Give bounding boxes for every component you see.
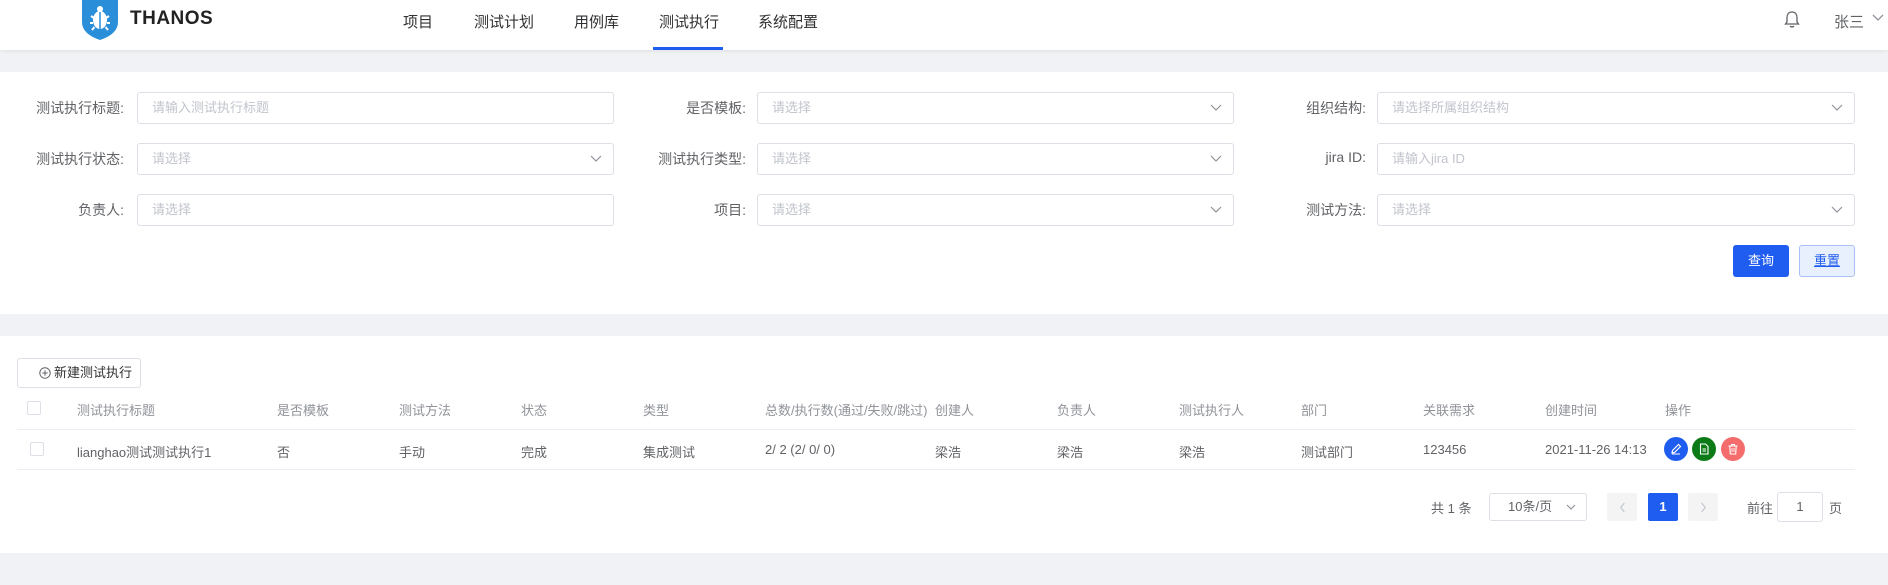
owner-select[interactable]: 请选择: [137, 194, 614, 226]
goto-page-input[interactable]: 1: [1777, 492, 1823, 522]
reset-button[interactable]: 重置: [1799, 245, 1855, 277]
owner-select-placeholder: 请选择: [152, 202, 192, 217]
nav-item-project[interactable]: 项目: [403, 11, 433, 50]
cell-counts: 2/ 2 (2/ 0/ 0): [765, 442, 836, 457]
next-page-button[interactable]: [1688, 493, 1718, 521]
new-test-execution-button[interactable]: 新建测试执行: [17, 358, 141, 388]
page-size-value: 10条/页: [1508, 499, 1553, 514]
cell-method: 手动: [399, 445, 426, 460]
method-select[interactable]: 请选择: [1377, 194, 1855, 226]
cell-type: 集成测试: [643, 445, 696, 460]
column-header-title: 测试执行标题: [77, 403, 156, 418]
filter-label-title: 测试执行标题:: [36, 100, 124, 116]
column-header-method: 测试方法: [399, 403, 452, 418]
column-header-department: 部门: [1301, 403, 1328, 418]
method-select-placeholder: 请选择: [1392, 202, 1432, 217]
chevron-down-icon: [1210, 104, 1222, 111]
prev-page-button[interactable]: [1607, 493, 1637, 521]
chevron-left-icon: [1619, 502, 1625, 513]
column-header-status: 状态: [521, 403, 548, 418]
column-header-actions: 操作: [1665, 403, 1692, 418]
project-select-placeholder: 请选择: [772, 202, 812, 217]
chevron-down-icon: [1210, 206, 1222, 213]
new-test-execution-label: 新建测试执行: [54, 365, 133, 380]
column-header-requirement: 关联需求: [1423, 403, 1476, 418]
column-header-executor: 测试执行人: [1179, 403, 1245, 418]
row-checkbox[interactable]: [30, 442, 44, 456]
query-button[interactable]: 查询: [1733, 245, 1789, 277]
select-all-checkbox[interactable]: [27, 401, 41, 415]
table-row-divider: [17, 469, 1855, 470]
column-header-counts: 总数/执行数(通过/失败/跳过): [765, 403, 928, 418]
cell-status: 完成: [521, 445, 548, 460]
cell-executor: 梁浩: [1179, 445, 1206, 460]
cell-template: 否: [277, 445, 291, 460]
cell-requirement: 123456: [1423, 442, 1467, 457]
view-document-button[interactable]: [1692, 437, 1716, 461]
edit-icon: [1671, 443, 1682, 455]
app-logo-text: THANOS: [130, 8, 214, 29]
delete-icon: [1728, 444, 1738, 455]
template-select-placeholder: 请选择: [772, 100, 812, 115]
cell-title[interactable]: lianghao测试测试执行1: [77, 442, 211, 461]
cell-creator: 梁浩: [935, 445, 962, 460]
plus-circle-icon: [39, 367, 51, 379]
goto-label: 前往: [1747, 501, 1774, 516]
goto-unit-label: 页: [1829, 501, 1843, 516]
nav-item-test-plan[interactable]: 测试计划: [474, 11, 534, 50]
title-input[interactable]: 请输入测试执行标题: [137, 92, 614, 124]
column-header-template: 是否模板: [277, 403, 330, 418]
page-number-current[interactable]: 1: [1648, 493, 1678, 521]
chevron-down-icon: [1831, 104, 1843, 111]
filter-label-status: 测试执行状态:: [36, 151, 124, 167]
top-header: THANOS 项目 测试计划 用例库 测试执行 系统配置 张三: [0, 0, 1888, 50]
template-select[interactable]: 请选择: [757, 92, 1234, 124]
filter-label-org: 组织结构:: [1306, 100, 1366, 116]
cell-owner: 梁浩: [1057, 445, 1084, 460]
type-select[interactable]: 请选择: [757, 143, 1234, 175]
status-select[interactable]: 请选择: [137, 143, 614, 175]
edit-button[interactable]: [1664, 437, 1688, 461]
filter-label-jira: jira ID:: [1325, 149, 1366, 165]
bug-shield-logo-icon: [82, 0, 118, 40]
page-size-select[interactable]: 10条/页: [1489, 493, 1587, 521]
chevron-down-icon: [1566, 504, 1576, 510]
org-select[interactable]: 请选择所属组织结构: [1377, 92, 1855, 124]
type-select-placeholder: 请选择: [772, 151, 812, 166]
column-header-created-time: 创建时间: [1545, 403, 1598, 418]
column-header-owner: 负责人: [1057, 403, 1097, 418]
filter-label-project: 项目:: [714, 202, 746, 218]
cell-department: 测试部门: [1301, 445, 1354, 460]
cell-created-time: 2021-11-26 14:13: [1545, 442, 1647, 457]
status-select-placeholder: 请选择: [152, 151, 192, 166]
active-nav-indicator: [653, 47, 723, 50]
bell-icon[interactable]: [1784, 11, 1800, 29]
delete-button[interactable]: [1721, 437, 1745, 461]
filter-label-owner: 负责人:: [78, 202, 124, 218]
chevron-down-icon: [1210, 155, 1222, 162]
nav-item-case-library[interactable]: 用例库: [574, 11, 619, 50]
chevron-down-icon: [1831, 206, 1843, 213]
filter-label-template: 是否模板:: [686, 100, 746, 116]
org-select-placeholder: 请选择所属组织结构: [1392, 100, 1510, 115]
chevron-right-icon: [1700, 502, 1706, 513]
pagination-total: 共 1 条: [1431, 501, 1472, 516]
nav-item-system-config[interactable]: 系统配置: [758, 11, 818, 50]
column-header-type: 类型: [643, 403, 670, 418]
document-icon: [1699, 443, 1709, 455]
nav-item-test-execution[interactable]: 测试执行: [659, 11, 719, 50]
filter-label-type: 测试执行类型:: [658, 151, 746, 167]
filter-label-method: 测试方法:: [1306, 202, 1366, 218]
chevron-down-icon: [590, 155, 602, 162]
column-header-creator: 创建人: [935, 403, 975, 418]
user-name[interactable]: 张三: [1834, 11, 1864, 32]
jira-id-input[interactable]: 请输入jira ID: [1377, 143, 1855, 175]
project-select[interactable]: 请选择: [757, 194, 1234, 226]
table-header-divider: [17, 429, 1855, 430]
chevron-down-icon[interactable]: [1872, 14, 1884, 22]
